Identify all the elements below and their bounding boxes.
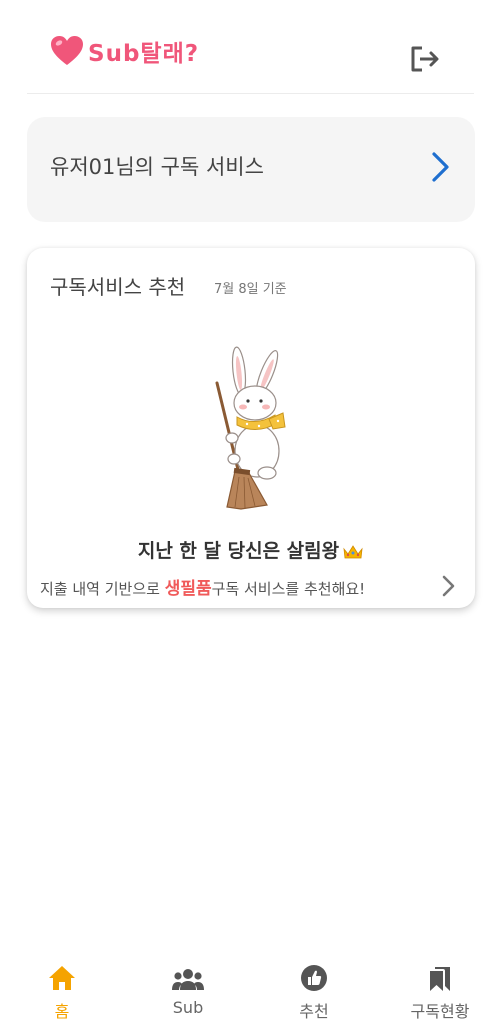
logout-icon[interactable] <box>409 45 441 73</box>
my-subscriptions-label: 유저01님의 구독 서비스 <box>50 155 264 179</box>
nav-recommend[interactable]: 추천 <box>269 960 359 1023</box>
nav-home-label: 홈 <box>54 1002 70 1021</box>
nav-sub-label: Sub <box>172 998 204 1017</box>
chevron-right-icon <box>432 152 449 182</box>
nav-home[interactable]: 홈 <box>17 960 107 1023</box>
header-divider <box>27 93 474 94</box>
recommendation-description: 지출 내역 기반으로 생필품구독 서비스를 추천해요! <box>40 574 365 599</box>
recommendation-desc-suffix: 구독 서비스를 추천해요! <box>211 580 366 598</box>
app-name: Sub탈래? <box>88 41 200 67</box>
app-logo[interactable]: Sub탈래? <box>50 34 199 68</box>
recommendation-desc-prefix: 지출 내역 기반으로 <box>40 580 165 598</box>
recommendation-headline-text: 지난 한 달 당신은 살림왕 <box>137 540 340 562</box>
group-icon <box>172 969 204 990</box>
recommendation-title: 구독서비스 추천 <box>50 275 186 299</box>
bookmarks-icon <box>430 967 450 991</box>
recommendation-card: 구독서비스 추천 7월 8일 기준 지난 한 달 당신은 살림왕 지출 내역 기… <box>27 248 475 608</box>
recommendation-headline: 지난 한 달 당신은 살림왕 <box>27 536 475 563</box>
home-icon <box>49 966 75 990</box>
nav-sub[interactable]: Sub <box>143 960 233 1023</box>
bunny-illustration <box>215 346 286 510</box>
heart-icon <box>51 36 83 65</box>
recommendation-category: 생필품 <box>164 579 212 599</box>
nav-recommend-label: 추천 <box>299 1002 329 1021</box>
recommendation-date: 7월 8일 기준 <box>214 282 287 297</box>
app-header: Sub탈래? <box>0 0 498 94</box>
crown-icon <box>343 544 363 558</box>
thumbs-up-icon <box>301 965 327 991</box>
my-subscriptions-card[interactable]: 유저01님의 구독 서비스 <box>27 117 475 222</box>
bottom-nav: 홈 Sub 추천 구독현황 <box>0 960 498 1023</box>
nav-subscription-status[interactable]: 구독현황 <box>395 960 485 1023</box>
nav-subscription-status-label: 구독현황 <box>410 1002 470 1021</box>
chevron-right-icon[interactable] <box>441 574 457 598</box>
